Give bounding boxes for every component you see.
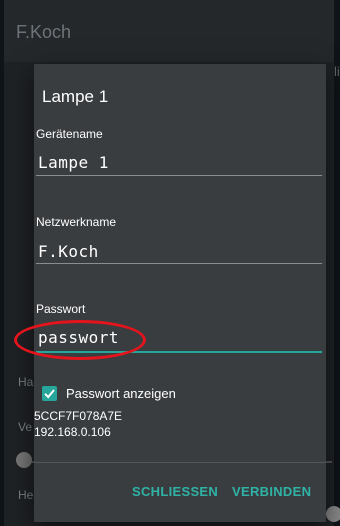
app-bar: F.Koch	[4, 0, 334, 62]
network-name-label: Netzwerkname	[36, 215, 117, 229]
show-password-checkbox[interactable]	[42, 386, 57, 401]
background-toggle-thumb	[326, 506, 340, 522]
background-side-label: list	[334, 64, 340, 79]
device-name-field[interactable]: Lampe 1	[38, 153, 109, 172]
password-label: Passwort	[36, 302, 86, 316]
dialog-divider	[34, 462, 326, 463]
mac-address-text: 5CCF7F078A7E	[34, 409, 123, 423]
network-name-field[interactable]: F.Koch	[38, 242, 99, 261]
device-name-label: Gerätename	[36, 127, 103, 141]
show-password-label[interactable]: Passwort anzeigen	[66, 386, 176, 401]
ip-address-text: 192.168.0.106	[34, 425, 111, 439]
background-slider-thumb	[16, 452, 32, 468]
device-name-underline	[36, 175, 322, 176]
device-settings-dialog: Lampe 1 Gerätename Lampe 1 Netzwerkname …	[14, 64, 326, 522]
red-highlight-annotation	[14, 320, 146, 360]
app-window: F.Koch list Ha Ve He Lampe 1 Gerätename …	[4, 0, 340, 526]
close-button[interactable]: SCHLIESSEN	[132, 484, 218, 499]
connect-button[interactable]: VERBINDEN	[232, 484, 311, 499]
checkmark-icon	[44, 389, 55, 399]
dialog-title: Lampe 1	[42, 87, 109, 106]
network-name-underline	[36, 263, 322, 264]
background-label-2: Ve	[18, 420, 33, 434]
app-title: F.Koch	[16, 22, 72, 42]
background-label-1: Ha	[18, 375, 34, 389]
screen-frame: F.Koch list Ha Ve He Lampe 1 Gerätename …	[0, 0, 340, 526]
background-label-3: He	[18, 488, 34, 502]
